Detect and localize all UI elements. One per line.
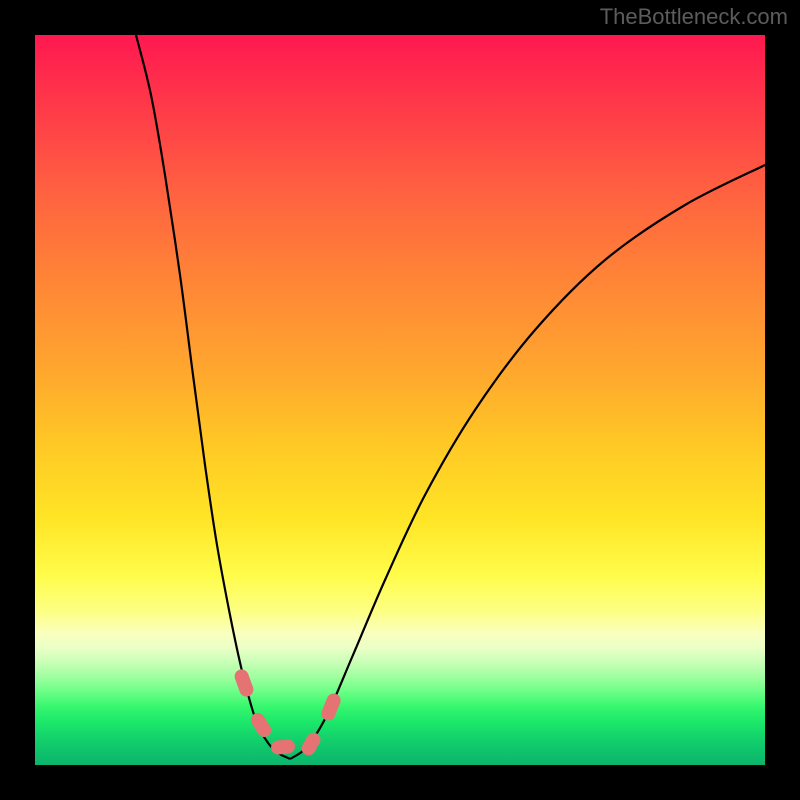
chart-plot-area <box>35 35 765 765</box>
watermark-text: TheBottleneck.com <box>600 4 788 30</box>
curve-right-branch <box>290 165 765 759</box>
curve-left-branch <box>136 35 290 759</box>
chart-curve-svg <box>35 35 765 765</box>
